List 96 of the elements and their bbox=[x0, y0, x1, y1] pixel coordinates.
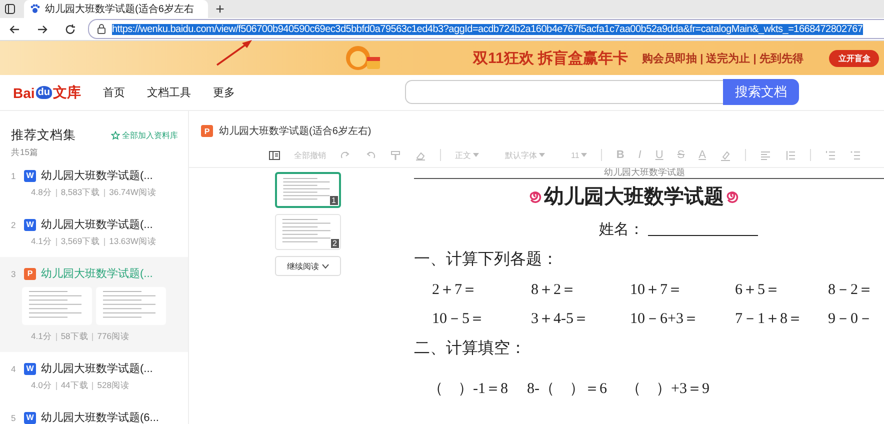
item-number: 4 bbox=[11, 364, 17, 374]
search-button[interactable]: 搜索文档 bbox=[723, 79, 799, 105]
page-number: 1 bbox=[330, 196, 338, 205]
doc-stat: 4.1分 bbox=[31, 331, 52, 343]
doc-title: 幼儿园大班数学试题(... bbox=[41, 362, 153, 376]
lock-icon bbox=[97, 24, 106, 34]
document-title: 幼儿园大班数学试题(适合6岁左右) bbox=[219, 124, 372, 138]
doc-stat: 44下载 bbox=[60, 380, 88, 392]
nav-link[interactable]: 文档工具 bbox=[147, 85, 192, 100]
nav-link[interactable]: 首页 bbox=[103, 85, 126, 100]
item-number: 3 bbox=[11, 268, 17, 278]
sidebar-toggle-icon[interactable] bbox=[269, 150, 280, 160]
math-problem: 9－0－ bbox=[828, 310, 874, 328]
doc-list-item[interactable]: 4 W 幼儿园大班数学试题(... 4.0分 44下载 528阅读 bbox=[0, 352, 188, 401]
back-icon[interactable] bbox=[8, 24, 20, 34]
section-heading: 二、计算填空： bbox=[414, 338, 527, 359]
doc-stat: 58下载 bbox=[60, 331, 88, 343]
math-problem: 7－1＋8＝ bbox=[735, 310, 804, 328]
file-type-badge: W bbox=[24, 412, 36, 424]
math-problem: 2＋7＝ bbox=[432, 281, 478, 299]
new-tab-button[interactable]: + bbox=[208, 0, 232, 18]
file-type-badge: W bbox=[24, 170, 36, 182]
math-problem: 3＋4-5＝ bbox=[531, 310, 590, 328]
doc-stat: 36.74W阅读 bbox=[109, 187, 156, 199]
swirl-icon bbox=[529, 190, 542, 203]
reload-icon[interactable] bbox=[64, 24, 76, 34]
name-label: 姓名： bbox=[599, 221, 644, 239]
tab-actions-icon[interactable] bbox=[5, 4, 15, 14]
math-problem: 8＋2＝ bbox=[531, 281, 577, 299]
math-problem: 6＋5＝ bbox=[735, 281, 781, 299]
search-field[interactable] bbox=[405, 80, 723, 104]
caret-icon bbox=[473, 153, 479, 157]
math-problem: 10＋7＝ bbox=[630, 281, 684, 299]
math-problem: 8-（ ）＝6 bbox=[527, 380, 608, 398]
doc-stat: 8,583下载 bbox=[60, 187, 100, 199]
star-icon bbox=[111, 131, 120, 140]
section-heading: 一、计算下列各题： bbox=[414, 250, 559, 270]
chevron-down-icon bbox=[322, 264, 329, 268]
doc-title: 幼儿园大班数学试题(... bbox=[41, 169, 153, 183]
numbered-list-icon[interactable] bbox=[824, 150, 836, 160]
nav-link[interactable]: 更多 bbox=[213, 85, 236, 100]
math-problem: （ ）-1＝8 bbox=[428, 380, 509, 398]
page-number: 2 bbox=[330, 239, 339, 248]
paint-brush-icon[interactable] bbox=[390, 150, 401, 160]
logo[interactable]: Bai du 文库 bbox=[13, 84, 82, 102]
doc-stat: 528阅读 bbox=[97, 380, 130, 392]
paw-icon bbox=[30, 4, 40, 14]
add-all-link[interactable]: 全部加入资料库 bbox=[111, 130, 178, 141]
annotation-arrow bbox=[214, 38, 254, 68]
doc-title: 幼儿园大班数学试题(... bbox=[41, 267, 153, 281]
math-problem: 8－2＝ bbox=[828, 281, 874, 299]
doc-list-item[interactable]: 5 W 幼儿园大班数学试题(6... bbox=[0, 401, 188, 424]
doc-stat: 4.1分 bbox=[31, 236, 52, 248]
worksheet-title: 幼儿园大班数学试题 bbox=[544, 183, 724, 210]
redo-icon[interactable] bbox=[340, 150, 351, 160]
bullet-list-icon[interactable] bbox=[850, 150, 861, 160]
doc-stat: 3,569下载 bbox=[60, 236, 100, 248]
math-problem: 10－6+3＝ bbox=[630, 310, 700, 328]
doc-stat: 776阅读 bbox=[97, 331, 130, 343]
item-number: 2 bbox=[11, 220, 17, 230]
item-number: 5 bbox=[11, 412, 17, 422]
continue-reading-button[interactable]: 继续阅读 bbox=[275, 256, 341, 276]
align-icon[interactable] bbox=[760, 150, 771, 160]
math-problem: 10－5＝ bbox=[432, 310, 486, 328]
undo-icon[interactable] bbox=[365, 150, 376, 160]
doc-stat: 13.63W阅读 bbox=[109, 236, 156, 248]
file-type-badge: W bbox=[24, 218, 36, 230]
file-type-badge: P bbox=[201, 125, 213, 137]
address-bar[interactable]: https://wenku.baidu.com/view/f506700b940590c69ec3d5bbfd0a79563c1ed4b3?aggId=acdb724b2a160b4e767f5acfa1c7aa00b52a9dda&fr=catalogMain&_wkts_=1668472802767 bbox=[88, 19, 884, 39]
doc-stat: 4.8分 bbox=[31, 187, 52, 199]
doc-title: 幼儿园大班数学试题(6... bbox=[41, 411, 159, 424]
eraser-icon[interactable] bbox=[415, 150, 426, 160]
doc-title: 幼儿园大班数学试题(... bbox=[41, 218, 153, 232]
highlight-icon[interactable] bbox=[720, 150, 731, 160]
file-type-badge: W bbox=[24, 362, 36, 374]
browser-tab[interactable]: 幼儿园大班数学试题(适合6岁左右 bbox=[24, 0, 208, 18]
doc-list-item[interactable]: 2 W 幼儿园大班数学试题(... 4.1分 3,569下载 13.63W阅读 bbox=[0, 208, 188, 257]
doc-list-item[interactable]: 1 W 幼儿园大班数学试题(... 4.8分 8,583下载 36.74W阅读 bbox=[0, 159, 188, 208]
url-text: https://wenku.baidu.com/view/f506700b940590c69ec3d5bbfd0a79563c1ed4b3?aggId=acdb724b2a160b4e767f5acfa1c7aa00b52a9dda&fr=catalogMain&_wkts_=1668472802767 bbox=[112, 24, 863, 34]
caret-icon bbox=[581, 153, 588, 157]
page-thumbnail[interactable]: 2 bbox=[275, 214, 341, 250]
doc-count: 共15篇 bbox=[10, 146, 40, 159]
doc-list-item[interactable]: 3 P 幼儿园大班数学试题(... 4.1分 58下载 776阅读 bbox=[0, 257, 188, 352]
page-thumbnail[interactable]: 1 bbox=[275, 172, 341, 208]
doc-stat: 4.0分 bbox=[31, 380, 52, 392]
swirl-icon bbox=[726, 190, 739, 203]
promo-headline: 双11狂欢 拆盲盒赢年卡 bbox=[473, 48, 628, 68]
open-box-button[interactable]: 立开盲盒 bbox=[829, 50, 880, 66]
item-number: 1 bbox=[11, 170, 17, 180]
section-title: 推荐文档集 bbox=[11, 127, 76, 144]
math-problem: （ ）+3＝9 bbox=[626, 380, 710, 398]
file-type-badge: P bbox=[24, 268, 36, 280]
forward-icon[interactable] bbox=[36, 24, 48, 34]
line-spacing-icon[interactable] bbox=[784, 150, 796, 160]
promo-text: 购会员即抽 | 送完为止 | 先到先得 bbox=[642, 52, 804, 66]
caret-icon bbox=[539, 153, 545, 157]
